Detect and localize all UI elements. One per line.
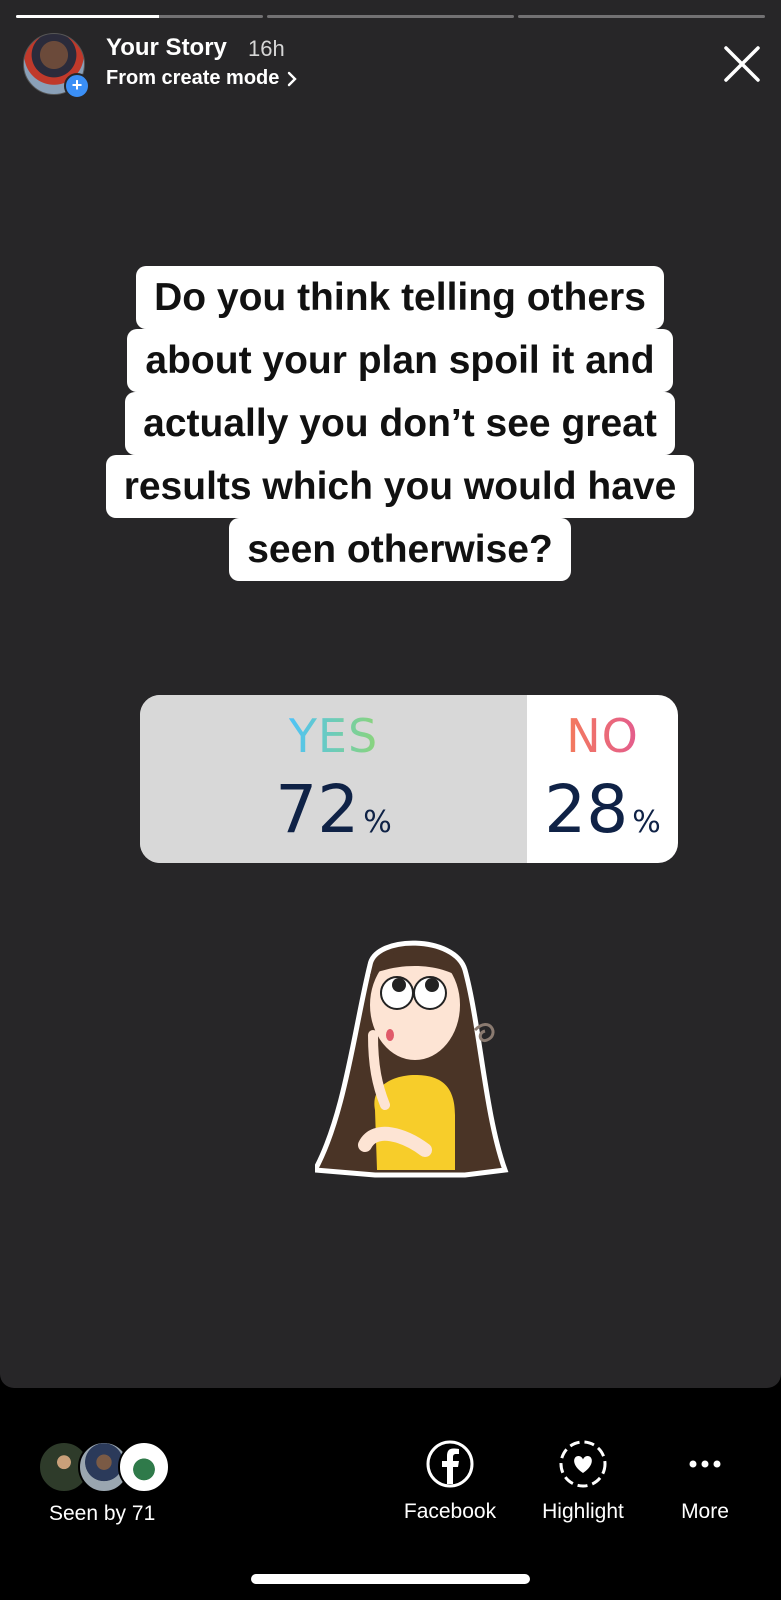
facebook-share-button[interactable]: Facebook	[390, 1438, 510, 1524]
poll-yes-percent-value: 72	[275, 771, 360, 848]
close-icon[interactable]	[720, 42, 764, 86]
progress-segment-fill	[16, 15, 160, 18]
poll-option-yes[interactable]: YES 72%	[140, 695, 527, 863]
poll-sticker[interactable]: YES 72% NO 28%	[140, 695, 678, 863]
story-canvas[interactable]: + Your Story 16h From create mode Do you…	[0, 0, 781, 1388]
home-indicator[interactable]	[251, 1574, 530, 1584]
viewer-avatar[interactable]	[118, 1441, 170, 1493]
percent-sign: %	[363, 805, 392, 840]
poll-no-label: NO	[566, 709, 639, 763]
facebook-label: Facebook	[403, 1500, 497, 1523]
thinking-girl-sticker	[315, 940, 509, 1178]
highlight-icon	[559, 1440, 607, 1488]
poll-yes-label: YES	[288, 709, 379, 763]
chevron-right-icon	[288, 71, 298, 86]
facebook-icon	[426, 1440, 474, 1488]
question-line: results which you would have	[105, 455, 695, 518]
question-line: seen otherwise?	[229, 518, 571, 581]
progress-segment	[16, 15, 263, 18]
question-line: about your plan spoil it and	[127, 329, 673, 392]
add-story-plus-icon[interactable]: +	[64, 73, 90, 99]
story-progress	[16, 15, 765, 18]
story-viewers[interactable]	[38, 1441, 178, 1493]
highlight-button[interactable]: Highlight	[523, 1438, 643, 1524]
poll-no-percent-value: 28	[544, 771, 629, 848]
progress-segment	[518, 15, 765, 18]
more-icon	[689, 1460, 721, 1468]
question-line: Do you think telling others	[136, 266, 664, 329]
question-sticker: Do you think telling others about your p…	[40, 266, 760, 581]
progress-segment	[267, 15, 514, 18]
highlight-label: Highlight	[542, 1500, 624, 1523]
create-mode-link[interactable]: From create mode	[106, 67, 298, 90]
create-mode-label: From create mode	[106, 67, 280, 89]
story-timestamp: 16h	[248, 36, 285, 61]
more-label: More	[681, 1500, 729, 1523]
poll-yes-percent: 72%	[275, 771, 392, 848]
more-button[interactable]: More	[645, 1438, 765, 1524]
percent-sign: %	[632, 805, 661, 840]
seen-by-count[interactable]: Seen by 71	[49, 1502, 155, 1526]
story-owner-title[interactable]: Your Story	[106, 34, 227, 62]
poll-no-percent: 28%	[544, 771, 661, 848]
poll-option-no[interactable]: NO 28%	[527, 695, 678, 863]
question-line: actually you don’t see great	[125, 392, 675, 455]
